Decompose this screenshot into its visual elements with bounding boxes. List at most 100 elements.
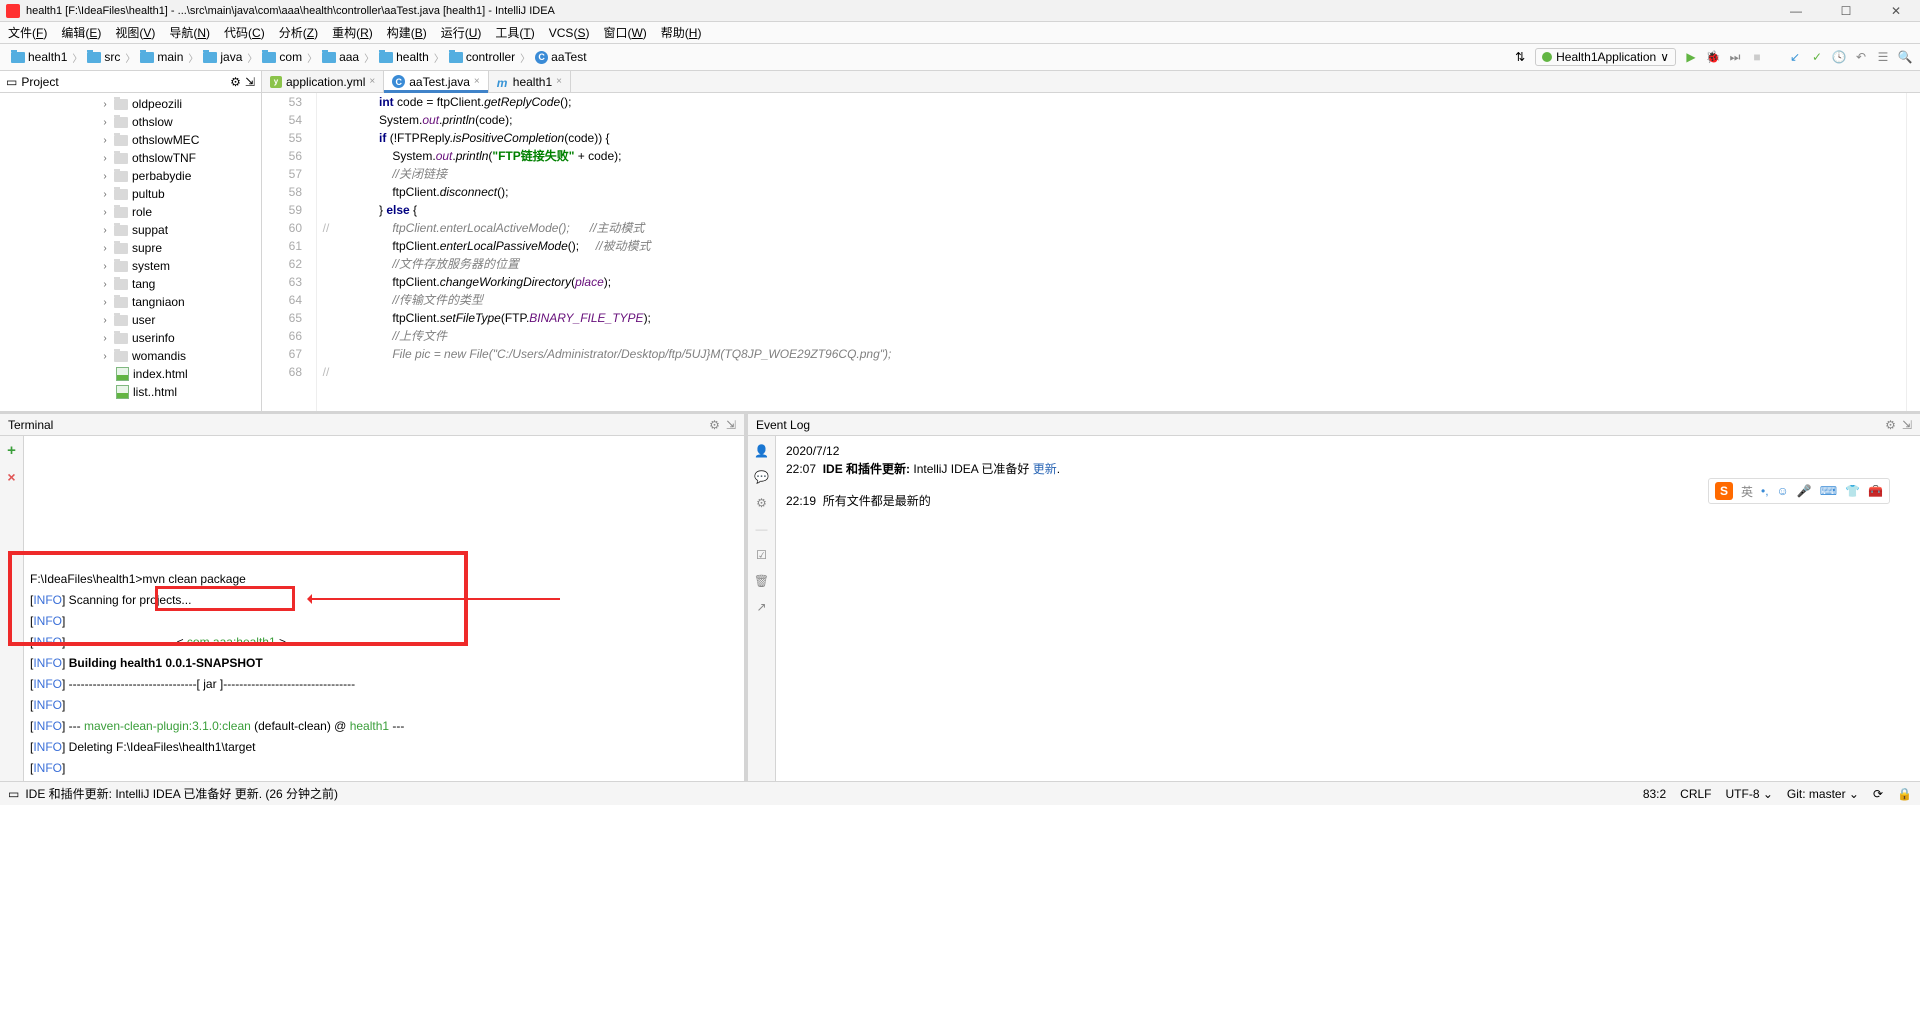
vcs-commit-icon[interactable]: ✓: [1810, 50, 1824, 64]
line-number[interactable]: 64: [262, 291, 302, 309]
status-position[interactable]: 83:2: [1643, 787, 1666, 801]
line-number[interactable]: 67: [262, 345, 302, 363]
vcs-update-icon[interactable]: ↙: [1788, 50, 1802, 64]
status-sync-icon[interactable]: ⟳: [1873, 787, 1883, 801]
line-number[interactable]: 55: [262, 129, 302, 147]
line-number[interactable]: 54: [262, 111, 302, 129]
menu-帮助(H)[interactable]: 帮助(H): [661, 24, 702, 41]
crumb-java[interactable]: java: [200, 49, 245, 65]
tree-folder-role[interactable]: ›role: [0, 203, 261, 221]
ev-delete-icon[interactable]: 🗑: [754, 574, 769, 588]
vcs-revert-icon[interactable]: ↶: [1854, 50, 1868, 64]
menu-运行(U)[interactable]: 运行(U): [441, 24, 482, 41]
tree-folder-othslowMEC[interactable]: ›othslowMEC: [0, 131, 261, 149]
menu-分析(Z)[interactable]: 分析(Z): [279, 24, 318, 41]
menu-导航(N)[interactable]: 导航(N): [169, 24, 210, 41]
ime-keyboard-icon[interactable]: ⌨: [1820, 484, 1837, 498]
line-number[interactable]: 63: [262, 273, 302, 291]
tab-application.yml[interactable]: yapplication.yml×: [262, 71, 384, 92]
line-number[interactable]: 57: [262, 165, 302, 183]
status-git[interactable]: Git: master ⌄: [1787, 787, 1859, 801]
tree-folder-oldpeozili[interactable]: ›oldpeozili: [0, 95, 261, 113]
line-number[interactable]: 65: [262, 309, 302, 327]
tree-folder-othslowTNF[interactable]: ›othslowTNF: [0, 149, 261, 167]
menu-VCS(S)[interactable]: VCS(S): [549, 26, 590, 40]
close-button[interactable]: ✕: [1878, 1, 1914, 21]
status-encoding[interactable]: UTF-8 ⌄: [1726, 787, 1773, 801]
terminal-settings-icon[interactable]: ⚙: [709, 418, 720, 432]
crumb-health1[interactable]: health1: [8, 49, 70, 65]
line-number[interactable]: 59: [262, 201, 302, 219]
line-number[interactable]: 61: [262, 237, 302, 255]
tree-folder-pultub[interactable]: ›pultub: [0, 185, 261, 203]
tree-folder-tang[interactable]: ›tang: [0, 275, 261, 293]
tree-folder-perbabydie[interactable]: ›perbabydie: [0, 167, 261, 185]
ev-arrow-icon[interactable]: ↗: [756, 600, 766, 614]
crumb-aaa[interactable]: aaa: [319, 49, 362, 65]
line-number[interactable]: 53: [262, 93, 302, 111]
tab-close-icon[interactable]: ×: [556, 76, 562, 87]
ime-skin-icon[interactable]: 👕: [1845, 484, 1860, 498]
ime-tool-icon[interactable]: 🧰: [1868, 484, 1883, 498]
crumb-aaTest[interactable]: CaaTest: [532, 49, 589, 65]
tree-folder-othslow[interactable]: ›othslow: [0, 113, 261, 131]
line-number[interactable]: 66: [262, 327, 302, 345]
tree-file-list..html[interactable]: list..html: [0, 383, 261, 401]
tab-aaTest.java[interactable]: CaaTest.java×: [384, 71, 489, 92]
terminal-output[interactable]: F:\IdeaFiles\health1>mvn clean package[I…: [0, 436, 744, 781]
crumb-controller[interactable]: controller: [446, 49, 518, 65]
menu-重构(R)[interactable]: 重构(R): [332, 24, 373, 41]
eventlog-hide-icon[interactable]: ⇲: [1902, 418, 1912, 432]
eventlog-settings-icon[interactable]: ⚙: [1885, 418, 1896, 432]
find-icon[interactable]: 🔍: [1898, 50, 1912, 64]
status-line-sep[interactable]: CRLF: [1680, 787, 1711, 801]
line-number[interactable]: [262, 381, 302, 399]
ime-mic-icon[interactable]: 🎤: [1797, 484, 1812, 498]
ime-emoji-icon[interactable]: ☺: [1777, 484, 1789, 498]
menu-构建(B)[interactable]: 构建(B): [387, 24, 427, 41]
crumb-src[interactable]: src: [84, 49, 123, 65]
sync-icon[interactable]: ⇅: [1513, 50, 1527, 64]
editor-content[interactable]: int code = ftpClient.getReplyCode(); Sys…: [335, 93, 1906, 411]
crumb-health[interactable]: health: [376, 49, 432, 65]
tree-folder-supre[interactable]: ›supre: [0, 239, 261, 257]
line-number[interactable]: 58: [262, 183, 302, 201]
ime-toolbar[interactable]: S 英 •, ☺ 🎤 ⌨ 👕 🧰: [1708, 478, 1890, 504]
run-config-selector[interactable]: Health1Application ∨: [1535, 48, 1676, 66]
status-lock-icon[interactable]: 🔒: [1897, 787, 1912, 801]
update-link[interactable]: 更新: [1033, 462, 1057, 476]
ev-info-icon[interactable]: 👤: [754, 444, 769, 458]
run-button[interactable]: ▶: [1684, 50, 1698, 64]
tab-health1[interactable]: mhealth1×: [489, 71, 571, 92]
debug-button[interactable]: 🐞: [1706, 50, 1720, 64]
ev-mark-icon[interactable]: ☑: [756, 548, 767, 562]
stop-button[interactable]: ■: [1750, 50, 1764, 64]
tree-folder-system[interactable]: ›system: [0, 257, 261, 275]
tree-folder-tangniaon[interactable]: ›tangniaon: [0, 293, 261, 311]
structure-icon[interactable]: ☰: [1876, 50, 1890, 64]
tree-folder-suppat[interactable]: ›suppat: [0, 221, 261, 239]
tree-file-index.html[interactable]: index.html: [0, 365, 261, 383]
minimize-button[interactable]: —: [1778, 1, 1814, 21]
tree-folder-womandis[interactable]: ›womandis: [0, 347, 261, 365]
line-number[interactable]: 60: [262, 219, 302, 237]
project-collapse-icon[interactable]: ⇲: [245, 75, 255, 89]
menu-代码(C)[interactable]: 代码(C): [224, 24, 265, 41]
tab-close-icon[interactable]: ×: [369, 76, 375, 87]
ev-settings-icon[interactable]: ⚙: [756, 496, 767, 510]
coverage-button[interactable]: ⏭: [1728, 50, 1742, 64]
crumb-main[interactable]: main: [137, 49, 186, 65]
project-settings-icon[interactable]: ⚙: [230, 75, 241, 89]
tree-folder-user[interactable]: ›user: [0, 311, 261, 329]
maximize-button[interactable]: ☐: [1828, 1, 1864, 21]
tab-close-icon[interactable]: ×: [474, 76, 480, 87]
menu-工具(T)[interactable]: 工具(T): [495, 24, 534, 41]
terminal-hide-icon[interactable]: ⇲: [726, 418, 736, 432]
menu-窗口(W)[interactable]: 窗口(W): [603, 24, 646, 41]
line-number[interactable]: 56: [262, 147, 302, 165]
vcs-history-icon[interactable]: 🕓: [1832, 50, 1846, 64]
crumb-com[interactable]: com: [259, 49, 305, 65]
menu-视图(V)[interactable]: 视图(V): [115, 24, 155, 41]
menu-编辑(E)[interactable]: 编辑(E): [61, 24, 101, 41]
line-number[interactable]: 62: [262, 255, 302, 273]
